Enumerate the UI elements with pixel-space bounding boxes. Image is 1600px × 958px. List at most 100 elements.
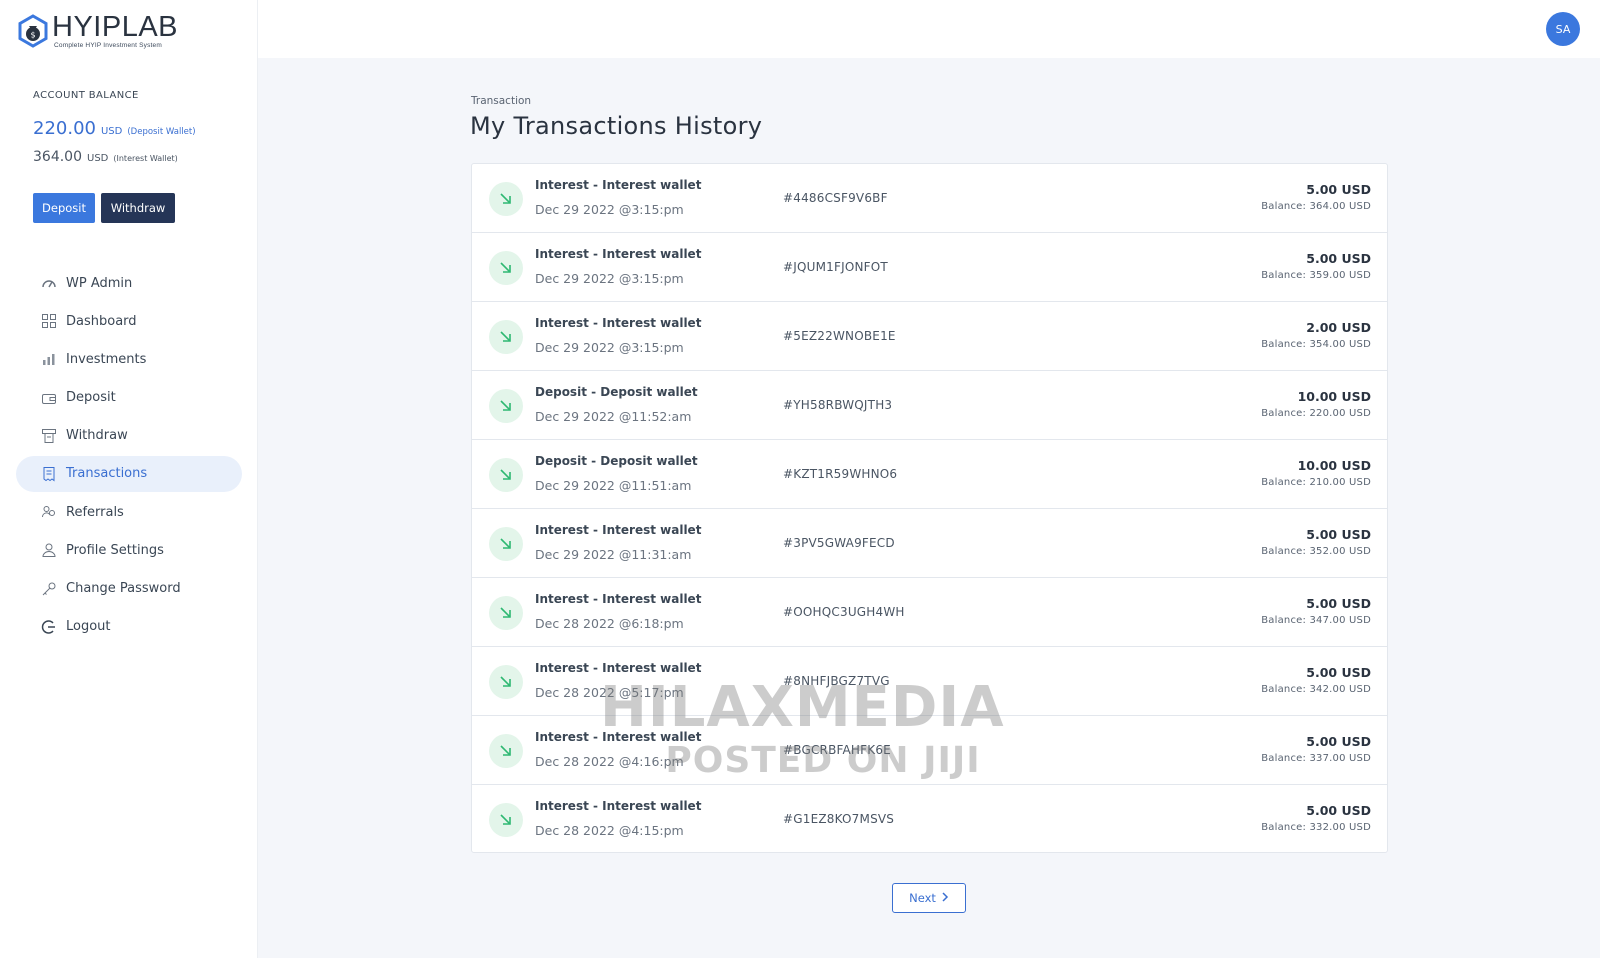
top-bar: SA	[258, 0, 1600, 58]
grid-icon	[40, 312, 58, 330]
avatar[interactable]: SA	[1546, 12, 1580, 46]
logo-name-left: HYIP	[52, 10, 122, 43]
sidebar-item-dashboard[interactable]: Dashboard	[16, 303, 242, 339]
sidebar-item-label: Change Password	[66, 581, 181, 596]
transaction-amount: 5.00 USD	[1306, 251, 1371, 266]
table-row[interactable]: Interest - Interest wallet Dec 29 2022 @1…	[472, 509, 1387, 578]
logout-icon	[40, 618, 58, 636]
transaction-date: Dec 29 2022 @3:15:pm	[535, 271, 684, 286]
transactions-list: Interest - Interest wallet Dec 29 2022 @3…	[471, 163, 1388, 853]
transaction-id: #3PV5GWA9FECD	[783, 536, 895, 550]
transaction-amount: 2.00 USD	[1306, 320, 1371, 335]
sidebar-item-referrals[interactable]: Referrals	[16, 494, 242, 530]
transaction-amount: 5.00 USD	[1306, 665, 1371, 680]
transaction-date: Dec 29 2022 @11:52:am	[535, 409, 692, 424]
next-button-label: Next	[909, 891, 936, 905]
money-bag-logo-icon: $	[16, 14, 50, 48]
page-title: My Transactions History	[470, 112, 763, 140]
transaction-balance: Balance: 347.00 USD	[1261, 615, 1371, 626]
transaction-title: Interest - Interest wallet	[535, 523, 702, 537]
transaction-balance: Balance: 337.00 USD	[1261, 753, 1371, 764]
table-row[interactable]: Deposit - Deposit wallet Dec 29 2022 @11:…	[472, 371, 1387, 440]
sidebar-item-label: Investments	[66, 351, 147, 367]
transaction-title: Interest - Interest wallet	[535, 661, 702, 675]
withdraw-button[interactable]: Withdraw	[101, 193, 175, 223]
transaction-id: #YH58RBWQJTH3	[783, 398, 893, 412]
arrow-down-right-icon	[489, 389, 523, 423]
transaction-date: Dec 28 2022 @5:17:pm	[535, 685, 684, 700]
sidebar: $ HYIPLAB Complete HYIP Investment Syste…	[0, 0, 258, 958]
transaction-balance: Balance: 210.00 USD	[1261, 477, 1371, 488]
chart-icon	[40, 350, 58, 368]
sidebar-item-label: Logout	[66, 619, 111, 635]
transaction-date: Dec 28 2022 @4:15:pm	[535, 823, 684, 838]
transaction-date: Dec 29 2022 @11:31:am	[535, 547, 692, 562]
chevron-right-icon	[941, 891, 949, 905]
interest-currency: USD	[87, 153, 109, 164]
transaction-title: Interest - Interest wallet	[535, 178, 702, 192]
user-icon	[40, 541, 58, 559]
transaction-id: #5EZ22WNOBE1E	[783, 329, 896, 343]
arrow-down-right-icon	[489, 803, 523, 837]
transaction-title: Interest - Interest wallet	[535, 799, 702, 813]
sidebar-item-transactions[interactable]: Transactions	[16, 455, 242, 492]
deposit-button[interactable]: Deposit	[33, 193, 95, 223]
sidebar-item-change-password[interactable]: Change Password	[16, 571, 242, 607]
arrow-down-right-icon	[489, 251, 523, 285]
sidebar-item-investments[interactable]: Investments	[16, 341, 242, 377]
transaction-amount: 5.00 USD	[1306, 803, 1371, 818]
sidebar-item-label: Transactions	[66, 466, 148, 482]
deposit-currency: USD	[100, 126, 123, 137]
transaction-title: Deposit - Deposit wallet	[535, 454, 698, 468]
transaction-title: Deposit - Deposit wallet	[535, 385, 698, 399]
transaction-date: Dec 28 2022 @4:16:pm	[535, 754, 684, 769]
table-row[interactable]: Interest - Interest wallet Dec 28 2022 @4…	[472, 716, 1387, 785]
arrow-down-right-icon	[489, 734, 523, 768]
transaction-id: #G1EZ8KO7MSVS	[783, 812, 895, 826]
table-row[interactable]: Interest - Interest wallet Dec 28 2022 @6…	[472, 578, 1387, 647]
logo[interactable]: $ HYIPLAB Complete HYIP Investment Syste…	[16, 10, 179, 50]
interest-wallet-label: (Interest Wallet)	[113, 154, 178, 163]
transaction-amount: 5.00 USD	[1306, 596, 1371, 611]
table-row[interactable]: Deposit - Deposit wallet Dec 29 2022 @11:…	[472, 440, 1387, 509]
transaction-id: #JQUM1FJONFOT	[783, 260, 888, 274]
sidebar-item-label: Referrals	[66, 504, 124, 520]
receipt-icon	[40, 465, 58, 483]
transaction-balance: Balance: 220.00 USD	[1261, 408, 1371, 419]
sidebar-item-logout[interactable]: Logout	[16, 609, 242, 645]
arrow-down-right-icon	[489, 527, 523, 561]
transaction-date: Dec 28 2022 @6:18:pm	[535, 616, 684, 631]
transaction-title: Interest - Interest wallet	[535, 316, 702, 330]
transaction-date: Dec 29 2022 @3:15:pm	[535, 340, 684, 355]
logo-wordmark: HYIPLAB Complete HYIP Investment System	[52, 10, 179, 50]
transaction-date: Dec 29 2022 @3:15:pm	[535, 202, 684, 217]
table-row[interactable]: Interest - Interest wallet Dec 29 2022 @3…	[472, 302, 1387, 371]
arrow-down-right-icon	[489, 458, 523, 492]
next-page-button[interactable]: Next	[892, 883, 966, 913]
table-row[interactable]: Interest - Interest wallet Dec 28 2022 @4…	[472, 785, 1387, 854]
table-row[interactable]: Interest - Interest wallet Dec 29 2022 @3…	[472, 164, 1387, 233]
transaction-balance: Balance: 342.00 USD	[1261, 684, 1371, 695]
breadcrumb: Transaction	[471, 95, 532, 107]
transaction-balance: Balance: 332.00 USD	[1261, 822, 1371, 833]
sidebar-item-deposit[interactable]: Deposit	[16, 380, 242, 416]
sidebar-item-label: WP Admin	[66, 275, 133, 291]
sidebar-item-wp-admin[interactable]: WP Admin	[16, 265, 242, 301]
deposit-amount: 220.00	[33, 118, 96, 139]
users-icon	[40, 503, 58, 521]
transaction-id: #BGCRBFAHFK6E	[783, 743, 891, 757]
deposit-wallet-label: (Deposit Wallet)	[127, 127, 196, 137]
transaction-id: #OOHQC3UGH4WH	[783, 605, 905, 619]
logo-name-right: LAB	[121, 10, 179, 43]
wallet-icon	[40, 389, 58, 407]
sidebar-item-label: Withdraw	[66, 428, 128, 444]
table-row[interactable]: Interest - Interest wallet Dec 28 2022 @5…	[472, 647, 1387, 716]
transaction-title: Interest - Interest wallet	[535, 730, 702, 744]
deposit-wallet-balance: 220.00 USD (Deposit Wallet)	[33, 118, 196, 139]
table-row[interactable]: Interest - Interest wallet Dec 29 2022 @3…	[472, 233, 1387, 302]
atm-icon	[40, 427, 58, 445]
sidebar-item-profile-settings[interactable]: Profile Settings	[16, 532, 242, 568]
transaction-amount: 5.00 USD	[1306, 527, 1371, 542]
sidebar-item-withdraw[interactable]: Withdraw	[16, 418, 242, 454]
arrow-down-right-icon	[489, 182, 523, 216]
